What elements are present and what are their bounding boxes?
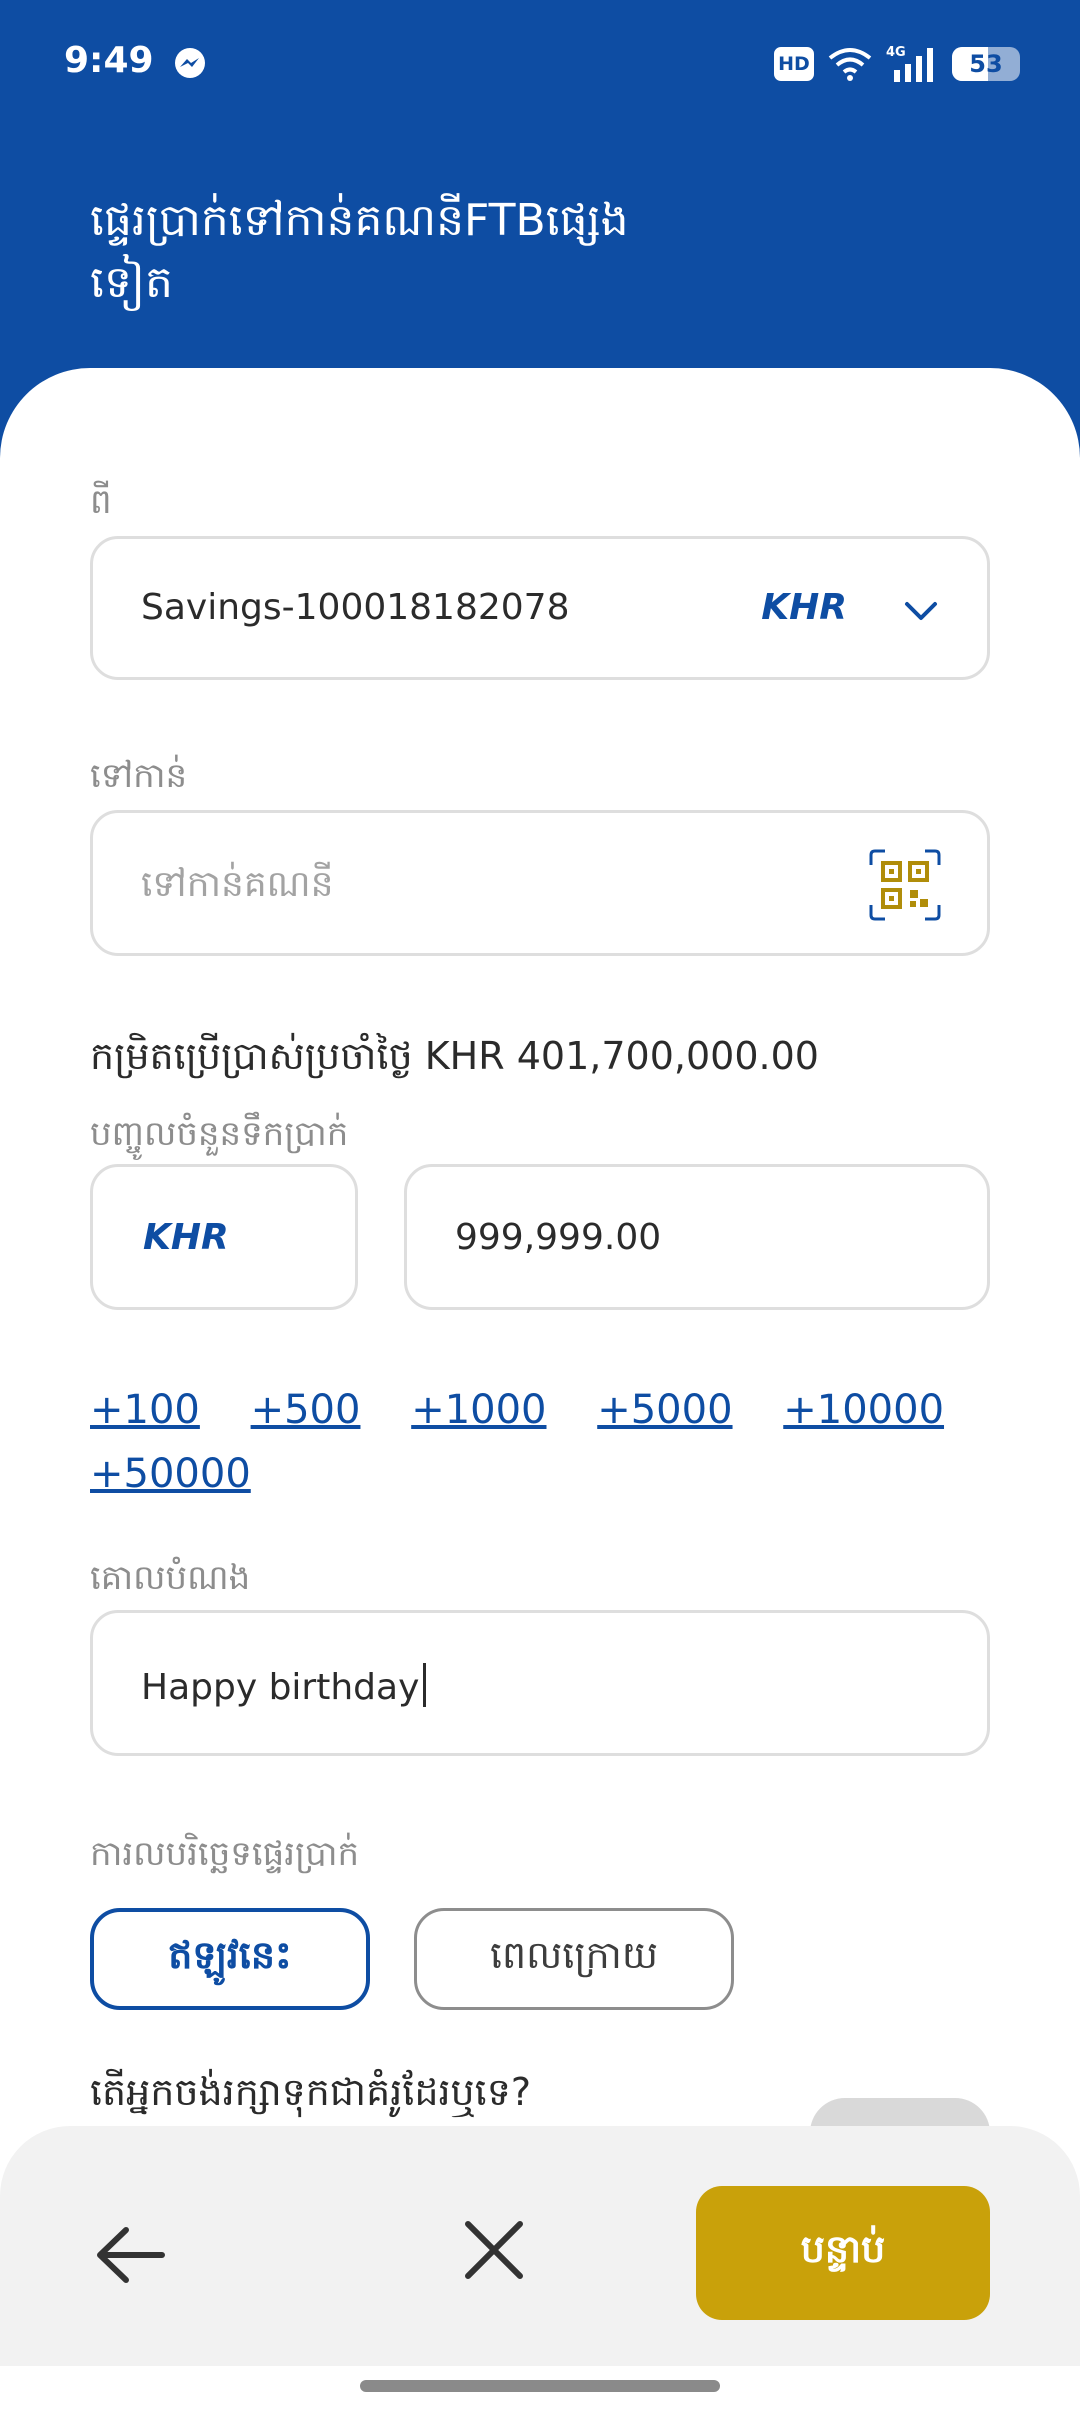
from-account-number: Savings-100018182078 [141, 587, 570, 628]
quick-amount-100[interactable]: +100 [90, 1378, 200, 1442]
from-label: ពី [90, 482, 112, 522]
daily-limit-value: KHR 401,700,000.00 [424, 1034, 819, 1078]
from-account-select[interactable]: Savings-100018182078 KHR [90, 536, 990, 680]
purpose-value: Happy birthday [141, 1663, 427, 1708]
page-title: ផ្ទេរប្រាក់ទៅកាន់គណនីFTBផ្សេងទៀត [90, 195, 629, 308]
schedule-later-button[interactable]: ពេលក្រោយ [414, 1908, 734, 2010]
battery-level: 53 [969, 50, 1003, 78]
status-time: 9:49 [64, 40, 154, 81]
to-account-placeholder: ទៅកាន់គណនី [141, 864, 334, 905]
quick-amount-1000[interactable]: +1000 [411, 1378, 546, 1442]
network-type-label: 4G [886, 45, 906, 60]
chevron-down-icon[interactable] [901, 591, 941, 631]
quick-amount-500[interactable]: +500 [251, 1378, 361, 1442]
wifi-icon [828, 48, 872, 81]
purpose-label: គោលបំណង [90, 1558, 251, 1598]
next-button[interactable]: បន្ទាប់ [696, 2186, 990, 2320]
battery-icon: 53 [952, 47, 1020, 81]
save-template-label: តើអ្នកចង់រក្សាទុកជាគំរូដែរឬទេ? [90, 2070, 531, 2114]
to-label: ទៅកាន់ [90, 756, 188, 796]
from-currency: KHR [761, 587, 847, 628]
amount-value: 999,999.00 [455, 1217, 662, 1258]
cellular-signal-icon: 4G [886, 45, 933, 82]
purpose-text: Happy birthday [141, 1667, 420, 1708]
schedule-label: ការលបរិច្ឆេទផ្ទេរប្រាក់ [90, 1834, 360, 1874]
hd-icon: HD [774, 47, 814, 81]
daily-limit: កម្រិតប្រើប្រាស់ប្រចាំថ្ងៃ KHR 401,700,0… [90, 1032, 819, 1088]
quick-amount-5000[interactable]: +5000 [597, 1378, 732, 1442]
quick-amount-50000[interactable]: +50000 [90, 1442, 251, 1506]
status-bar: 9:49 HD 4G 53 [0, 0, 1080, 130]
text-cursor [423, 1663, 427, 1707]
daily-limit-label: កម្រិតប្រើប្រាស់ប្រចាំថ្ងៃ [90, 1034, 413, 1078]
quick-amount-10000[interactable]: +10000 [783, 1378, 944, 1442]
purpose-input[interactable]: Happy birthday [90, 1610, 990, 1756]
quick-amount-list: +100 +500 +1000 +5000 +10000 +50000 [90, 1378, 1030, 1506]
close-icon[interactable] [458, 2214, 530, 2286]
to-account-input[interactable]: ទៅកាន់គណនី [90, 810, 990, 956]
transfer-form-card: ពី Savings-100018182078 KHR ទៅកាន់ ទៅកាន… [0, 368, 1080, 2414]
messenger-icon [175, 48, 205, 78]
amount-currency: KHR [143, 1217, 229, 1258]
amount-currency-box[interactable]: KHR [90, 1164, 358, 1310]
amount-label: បញ្ចូលចំនួនទឹកប្រាក់ [90, 1114, 349, 1154]
header: 9:49 HD 4G 53 ផ្ទេរប្រាក់ទៅកាន់គណនីFTBផ្… [0, 0, 1080, 420]
arrow-left-icon[interactable] [90, 2220, 170, 2290]
amount-input[interactable]: 999,999.00 [404, 1164, 990, 1310]
bottom-action-bar: បន្ទាប់ [0, 2126, 1080, 2366]
home-indicator[interactable] [360, 2380, 720, 2392]
qr-scan-icon[interactable] [867, 847, 943, 923]
schedule-now-button[interactable]: ឥឡូវនេះ [90, 1908, 370, 2010]
status-icons: HD 4G 53 [774, 42, 1020, 86]
